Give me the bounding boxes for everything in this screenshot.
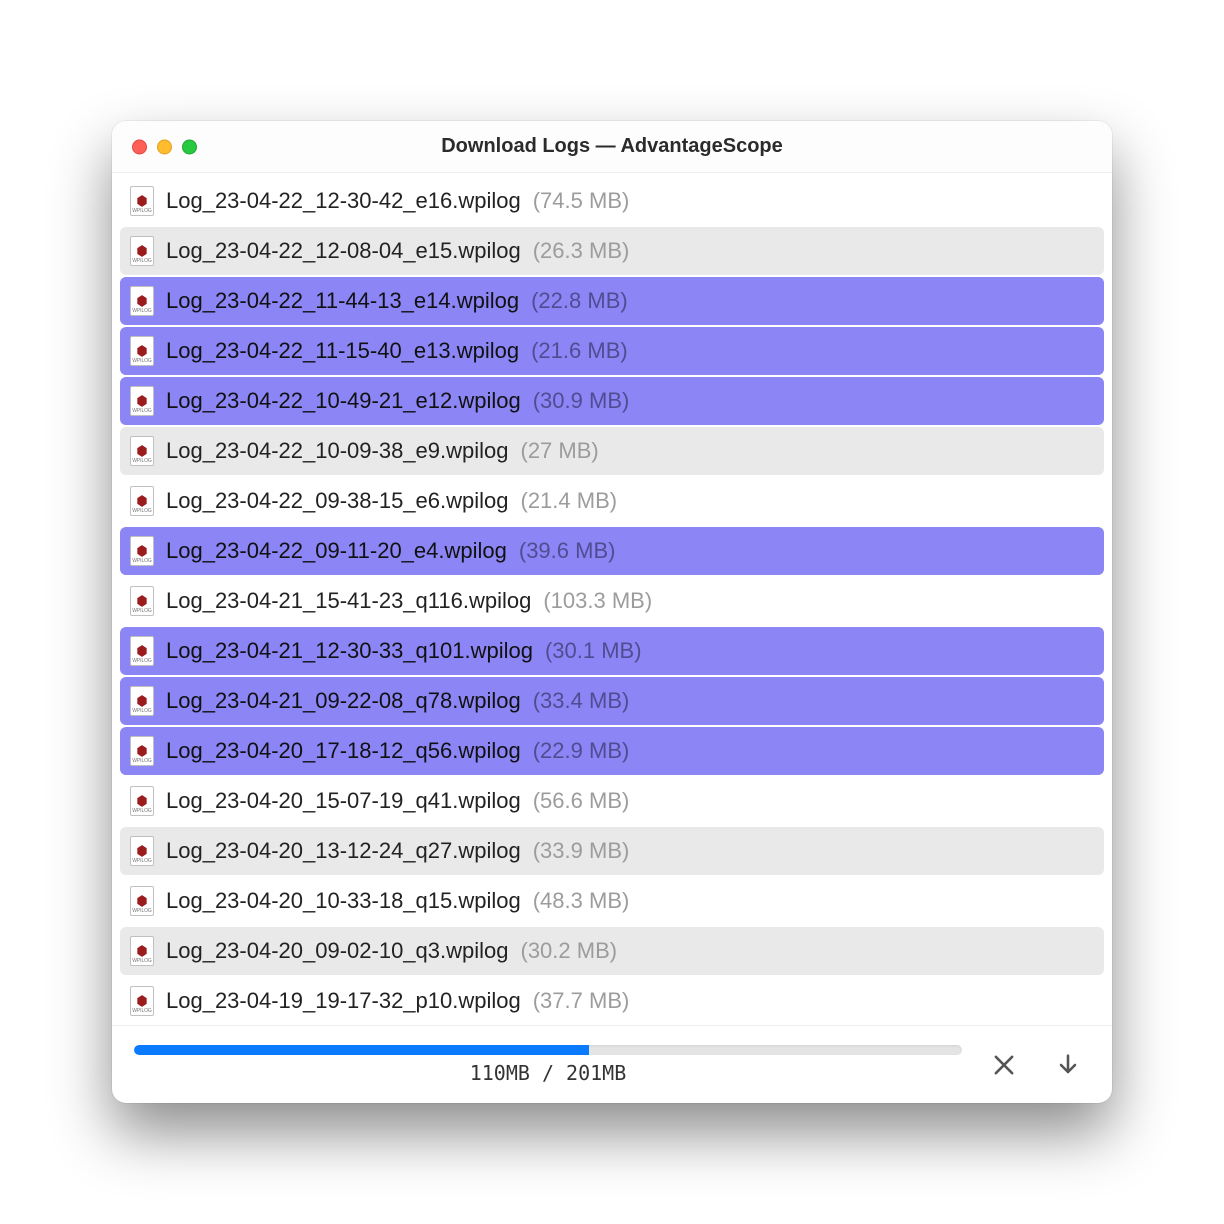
log-row[interactable]: WPILOG Log_23-04-19_19-17-32_p10.wpilog (3… bbox=[120, 977, 1104, 1025]
minimize-window-button[interactable] bbox=[157, 139, 172, 154]
progress-bar bbox=[134, 1045, 962, 1055]
wpilog-file-icon: WPILOG bbox=[130, 186, 154, 216]
log-filename: Log_23-04-22_11-15-40_e13.wpilog bbox=[166, 338, 519, 364]
wpilog-file-icon: WPILOG bbox=[130, 836, 154, 866]
wpilog-file-icon: WPILOG bbox=[130, 436, 154, 466]
log-filename: Log_23-04-20_10-33-18_q15.wpilog bbox=[166, 888, 521, 914]
wpilog-file-icon: WPILOG bbox=[130, 936, 154, 966]
log-filesize: (39.6 MB) bbox=[519, 538, 616, 564]
wpilog-file-icon: WPILOG bbox=[130, 886, 154, 916]
download-button[interactable] bbox=[1046, 1043, 1090, 1087]
log-row[interactable]: WPILOG Log_23-04-20_10-33-18_q15.wpilog (4… bbox=[120, 877, 1104, 925]
log-filesize: (30.1 MB) bbox=[545, 638, 642, 664]
download-icon bbox=[1054, 1051, 1082, 1079]
log-filename: Log_23-04-20_17-18-12_q56.wpilog bbox=[166, 738, 521, 764]
log-filename: Log_23-04-20_09-02-10_q3.wpilog bbox=[166, 938, 509, 964]
log-filesize: (30.9 MB) bbox=[533, 388, 630, 414]
wpilog-file-icon: WPILOG bbox=[130, 286, 154, 316]
close-window-button[interactable] bbox=[132, 139, 147, 154]
log-filesize: (103.3 MB) bbox=[543, 588, 652, 614]
log-row[interactable]: WPILOG Log_23-04-20_17-18-12_q56.wpilog (2… bbox=[120, 727, 1104, 775]
log-filesize: (22.9 MB) bbox=[533, 738, 630, 764]
log-row[interactable]: WPILOG Log_23-04-22_12-08-04_e15.wpilog (2… bbox=[120, 227, 1104, 275]
log-filesize: (37.7 MB) bbox=[533, 988, 630, 1014]
zoom-window-button[interactable] bbox=[182, 139, 197, 154]
log-row[interactable]: WPILOG Log_23-04-22_09-11-20_e4.wpilog (39… bbox=[120, 527, 1104, 575]
log-filesize: (21.6 MB) bbox=[531, 338, 628, 364]
log-row[interactable]: WPILOG Log_23-04-21_15-41-23_q116.wpilog (… bbox=[120, 577, 1104, 625]
wpilog-file-icon: WPILOG bbox=[130, 786, 154, 816]
log-filesize: (21.4 MB) bbox=[521, 488, 618, 514]
log-filename: Log_23-04-22_11-44-13_e14.wpilog bbox=[166, 288, 519, 314]
wpilog-file-icon: WPILOG bbox=[130, 536, 154, 566]
log-row[interactable]: WPILOG Log_23-04-22_10-49-21_e12.wpilog (3… bbox=[120, 377, 1104, 425]
progress-fill bbox=[134, 1045, 589, 1055]
window-title: Download Logs — AdvantageScope bbox=[441, 135, 783, 158]
close-icon bbox=[990, 1051, 1018, 1079]
log-filesize: (33.4 MB) bbox=[533, 688, 630, 714]
log-filename: Log_23-04-21_15-41-23_q116.wpilog bbox=[166, 588, 531, 614]
wpilog-file-icon: WPILOG bbox=[130, 386, 154, 416]
wpilog-file-icon: WPILOG bbox=[130, 686, 154, 716]
log-row[interactable]: WPILOG Log_23-04-22_09-38-15_e6.wpilog (21… bbox=[120, 477, 1104, 525]
log-filesize: (33.9 MB) bbox=[533, 838, 630, 864]
log-filename: Log_23-04-21_09-22-08_q78.wpilog bbox=[166, 688, 521, 714]
log-list: WPILOG Log_23-04-22_12-30-42_e16.wpilog (7… bbox=[112, 173, 1112, 1025]
wpilog-file-icon: WPILOG bbox=[130, 236, 154, 266]
wpilog-file-icon: WPILOG bbox=[130, 986, 154, 1016]
log-row[interactable]: WPILOG Log_23-04-20_13-12-24_q27.wpilog (3… bbox=[120, 827, 1104, 875]
log-row[interactable]: WPILOG Log_23-04-22_11-15-40_e13.wpilog (2… bbox=[120, 327, 1104, 375]
log-filename: Log_23-04-20_15-07-19_q41.wpilog bbox=[166, 788, 521, 814]
log-filesize: (30.2 MB) bbox=[521, 938, 618, 964]
wpilog-file-icon: WPILOG bbox=[130, 736, 154, 766]
log-filename: Log_23-04-19_19-17-32_p10.wpilog bbox=[166, 988, 521, 1014]
wpilog-file-icon: WPILOG bbox=[130, 486, 154, 516]
cancel-button[interactable] bbox=[982, 1043, 1026, 1087]
log-row[interactable]: WPILOG Log_23-04-22_10-09-38_e9.wpilog (27… bbox=[120, 427, 1104, 475]
log-row[interactable]: WPILOG Log_23-04-22_12-30-42_e16.wpilog (7… bbox=[120, 177, 1104, 225]
log-filename: Log_23-04-21_12-30-33_q101.wpilog bbox=[166, 638, 533, 664]
download-logs-window: Download Logs — AdvantageScope WPILOG Log… bbox=[112, 121, 1112, 1103]
footer: 110MB / 201MB bbox=[112, 1025, 1112, 1103]
log-filename: Log_23-04-22_12-08-04_e15.wpilog bbox=[166, 238, 521, 264]
wpilog-file-icon: WPILOG bbox=[130, 586, 154, 616]
log-filename: Log_23-04-22_10-09-38_e9.wpilog bbox=[166, 438, 509, 464]
log-filename: Log_23-04-20_13-12-24_q27.wpilog bbox=[166, 838, 521, 864]
log-filesize: (26.3 MB) bbox=[533, 238, 630, 264]
log-row[interactable]: WPILOG Log_23-04-21_12-30-33_q101.wpilog (… bbox=[120, 627, 1104, 675]
log-filename: Log_23-04-22_10-49-21_e12.wpilog bbox=[166, 388, 521, 414]
window-controls bbox=[132, 139, 197, 154]
log-filesize: (56.6 MB) bbox=[533, 788, 630, 814]
log-filesize: (48.3 MB) bbox=[533, 888, 630, 914]
log-filename: Log_23-04-22_09-11-20_e4.wpilog bbox=[166, 538, 507, 564]
log-row[interactable]: WPILOG Log_23-04-21_09-22-08_q78.wpilog (3… bbox=[120, 677, 1104, 725]
log-row[interactable]: WPILOG Log_23-04-20_09-02-10_q3.wpilog (30… bbox=[120, 927, 1104, 975]
log-filesize: (22.8 MB) bbox=[531, 288, 628, 314]
log-filename: Log_23-04-22_12-30-42_e16.wpilog bbox=[166, 188, 521, 214]
wpilog-file-icon: WPILOG bbox=[130, 636, 154, 666]
progress-area: 110MB / 201MB bbox=[134, 1045, 962, 1085]
log-filename: Log_23-04-22_09-38-15_e6.wpilog bbox=[166, 488, 509, 514]
log-filesize: (27 MB) bbox=[521, 438, 599, 464]
wpilog-file-icon: WPILOG bbox=[130, 336, 154, 366]
log-filesize: (74.5 MB) bbox=[533, 188, 630, 214]
log-row[interactable]: WPILOG Log_23-04-20_15-07-19_q41.wpilog (5… bbox=[120, 777, 1104, 825]
progress-label: 110MB / 201MB bbox=[134, 1061, 962, 1085]
log-row[interactable]: WPILOG Log_23-04-22_11-44-13_e14.wpilog (2… bbox=[120, 277, 1104, 325]
titlebar: Download Logs — AdvantageScope bbox=[112, 121, 1112, 173]
